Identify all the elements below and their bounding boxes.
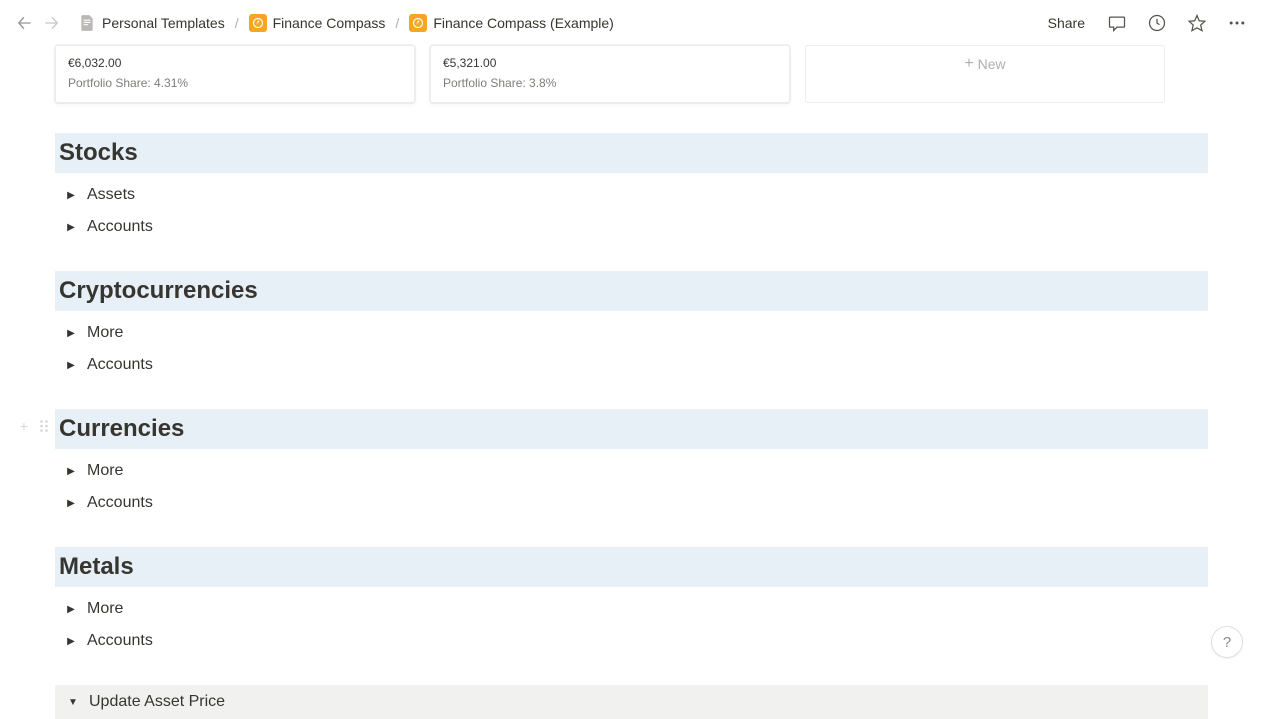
toggle-accounts[interactable]: ▶ Accounts — [61, 627, 1208, 655]
update-asset-price-toggle[interactable]: ▼ Update Asset Price — [55, 685, 1208, 719]
favorite-button[interactable] — [1183, 9, 1211, 37]
comments-button[interactable] — [1103, 9, 1131, 37]
toggle-label: More — [87, 600, 123, 618]
drag-handle[interactable] — [35, 417, 53, 435]
topbar: Personal Templates / Finance Compass / F… — [0, 0, 1263, 45]
dots-icon — [1227, 13, 1247, 33]
triangle-right-icon: ▶ — [61, 323, 81, 343]
toggle-label: Accounts — [87, 632, 153, 650]
toggle-accounts[interactable]: ▶ Accounts — [61, 489, 1208, 517]
update-label: Update Asset Price — [89, 693, 225, 711]
nav-back-button[interactable] — [12, 11, 36, 35]
arrow-right-icon — [45, 16, 59, 30]
comment-icon — [1107, 13, 1127, 33]
section-metals: Metals ▶ More ▶ Accounts — [55, 547, 1208, 655]
updates-button[interactable] — [1143, 9, 1171, 37]
section-title[interactable]: Currencies — [55, 409, 1208, 449]
arrow-left-icon — [17, 16, 31, 30]
triangle-right-icon: ▶ — [61, 355, 81, 375]
star-icon — [1187, 13, 1207, 33]
triangle-right-icon: ▶ — [61, 493, 81, 513]
new-card-label: New — [978, 56, 1006, 72]
breadcrumb-label: Finance Compass (Example) — [433, 15, 614, 31]
toggle-label: More — [87, 462, 123, 480]
triangle-right-icon: ▶ — [61, 461, 81, 481]
breadcrumb-label: Personal Templates — [102, 15, 225, 31]
triangle-down-icon: ▼ — [65, 694, 81, 710]
triangle-right-icon: ▶ — [61, 599, 81, 619]
toggle-assets[interactable]: ▶ Assets — [61, 181, 1208, 209]
topbar-right: Share — [1042, 9, 1251, 37]
breadcrumb-separator: / — [235, 15, 239, 31]
compass-icon — [249, 14, 267, 32]
card-value: €5,321.00 — [443, 56, 777, 70]
toggle-label: Accounts — [87, 218, 153, 236]
card-share-label: Portfolio Share: 3.8% — [443, 76, 777, 90]
section-cryptocurrencies: Cryptocurrencies ▶ More ▶ Accounts — [55, 271, 1208, 379]
breadcrumb-separator: / — [395, 15, 399, 31]
card-value: €6,032.00 — [68, 56, 402, 70]
breadcrumb-label: Finance Compass — [273, 15, 386, 31]
triangle-right-icon: ▶ — [61, 217, 81, 237]
toggle-label: Assets — [87, 186, 135, 204]
toggle-label: Accounts — [87, 494, 153, 512]
clock-icon — [1147, 13, 1167, 33]
new-card-button[interactable]: + New — [805, 45, 1165, 103]
main-content: €6,032.00 Portfolio Share: 4.31% €5,321.… — [0, 45, 1263, 719]
toggle-label: More — [87, 324, 123, 342]
section-title[interactable]: Stocks — [55, 133, 1208, 173]
share-button[interactable]: Share — [1042, 11, 1091, 35]
triangle-right-icon: ▶ — [61, 185, 81, 205]
toggle-accounts[interactable]: ▶ Accounts — [61, 351, 1208, 379]
section-title[interactable]: Cryptocurrencies — [55, 271, 1208, 311]
more-button[interactable] — [1223, 9, 1251, 37]
add-block-button[interactable]: + — [15, 417, 33, 435]
triangle-right-icon: ▶ — [61, 631, 81, 651]
portfolio-card[interactable]: €5,321.00 Portfolio Share: 3.8% — [430, 45, 790, 103]
section-title[interactable]: Metals — [55, 547, 1208, 587]
nav-forward-button[interactable] — [40, 11, 64, 35]
cards-row: €6,032.00 Portfolio Share: 4.31% €5,321.… — [55, 45, 1208, 103]
breadcrumb: Personal Templates / Finance Compass / F… — [74, 12, 618, 34]
toggle-more[interactable]: ▶ More — [61, 319, 1208, 347]
breadcrumb-item-personal-templates[interactable]: Personal Templates — [74, 12, 229, 34]
breadcrumb-item-finance-compass-example[interactable]: Finance Compass (Example) — [405, 12, 618, 34]
compass-icon — [409, 14, 427, 32]
topbar-left: Personal Templates / Finance Compass / F… — [12, 11, 618, 35]
toggle-label: Accounts — [87, 356, 153, 374]
toggle-more[interactable]: ▶ More — [61, 457, 1208, 485]
toggle-accounts[interactable]: ▶ Accounts — [61, 213, 1208, 241]
plus-icon: + — [964, 56, 973, 72]
document-icon — [78, 14, 96, 32]
breadcrumb-item-finance-compass[interactable]: Finance Compass — [245, 12, 390, 34]
toggle-more[interactable]: ▶ More — [61, 595, 1208, 623]
drag-icon — [39, 419, 49, 433]
portfolio-card[interactable]: €6,032.00 Portfolio Share: 4.31% — [55, 45, 415, 103]
help-button[interactable]: ? — [1211, 626, 1243, 658]
section-stocks: Stocks ▶ Assets ▶ Accounts — [55, 133, 1208, 241]
card-share-label: Portfolio Share: 4.31% — [68, 76, 402, 90]
section-currencies: + Currencies ▶ More ▶ Accounts — [55, 409, 1208, 517]
block-hover-controls: + — [15, 417, 53, 435]
